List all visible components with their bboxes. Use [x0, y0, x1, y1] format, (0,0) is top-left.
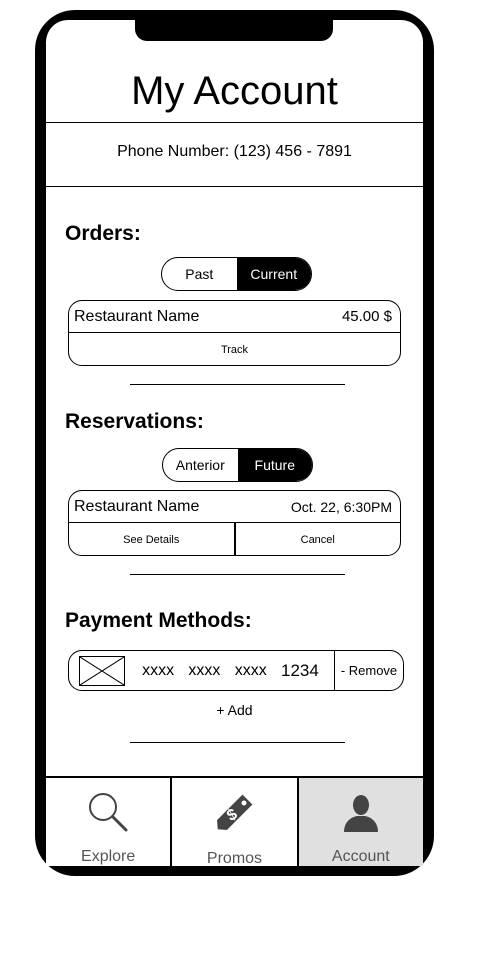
header-divider: [46, 122, 423, 123]
add-payment-button[interactable]: + Add: [46, 702, 423, 718]
reservation-restaurant-name: Restaurant Name: [74, 497, 200, 515]
tab-explore[interactable]: Explore: [46, 778, 170, 866]
tab-account-label: Account: [331, 848, 390, 865]
reservations-toggle: Anterior Future: [162, 448, 313, 482]
phone-number-text: Phone Number: (123) 456 - 7891: [117, 143, 352, 160]
orders-toggle: Past Current: [161, 257, 312, 291]
search-icon: [86, 790, 130, 834]
phone-notch: [135, 10, 333, 41]
page-title: My Account: [131, 69, 338, 113]
order-price: 45.00 $: [341, 308, 392, 325]
orders-title: Orders:: [65, 222, 141, 245]
price-tag-icon: $: [211, 790, 257, 836]
track-button[interactable]: Track: [69, 333, 400, 365]
payment-divider: [130, 742, 345, 743]
remove-card-button[interactable]: - Remove: [334, 651, 403, 690]
order-card: Restaurant Name 45.00 $ Track: [68, 300, 401, 366]
reservation-datetime: Oct. 22, 6:30PM: [290, 498, 392, 515]
reservations-future-tab[interactable]: Future: [237, 449, 312, 481]
reservation-card: Restaurant Name Oct. 22, 6:30PM See Deta…: [68, 490, 401, 556]
card-number-last4: 1234: [280, 660, 319, 680]
tab-promos[interactable]: $ Promos: [170, 778, 296, 866]
payment-card-row: xxxx xxxx xxxx 1234 - Remove: [68, 650, 404, 691]
screen: My Account Phone Number: (123) 456 - 789…: [46, 20, 423, 866]
tab-explore-label: Explore: [81, 848, 136, 865]
user-icon: [341, 790, 381, 834]
payment-methods-title: Payment Methods:: [65, 609, 252, 632]
orders-current-tab[interactable]: Current: [236, 258, 311, 290]
orders-divider: [130, 384, 345, 385]
reservations-divider: [130, 574, 345, 575]
card-number-group: xxxx: [142, 661, 175, 679]
cancel-button[interactable]: Cancel: [233, 523, 401, 555]
reservations-anterior-tab[interactable]: Anterior: [163, 449, 238, 481]
bottom-tab-bar: Explore $ Promos Account: [46, 776, 423, 866]
reservations-title: Reservations:: [65, 410, 204, 433]
see-details-button[interactable]: See Details: [69, 523, 234, 555]
card-image-placeholder-icon: [79, 655, 125, 686]
tab-promos-label: Promos: [206, 850, 263, 866]
tab-account[interactable]: Account: [296, 778, 423, 866]
card-number-group: xxxx: [234, 661, 267, 679]
card-number-group: xxxx: [188, 661, 221, 679]
phone-divider: [46, 186, 423, 187]
orders-past-tab[interactable]: Past: [162, 258, 237, 290]
card-number: xxxx xxxx xxxx 1234: [125, 661, 334, 681]
order-restaurant-name: Restaurant Name: [74, 307, 200, 325]
